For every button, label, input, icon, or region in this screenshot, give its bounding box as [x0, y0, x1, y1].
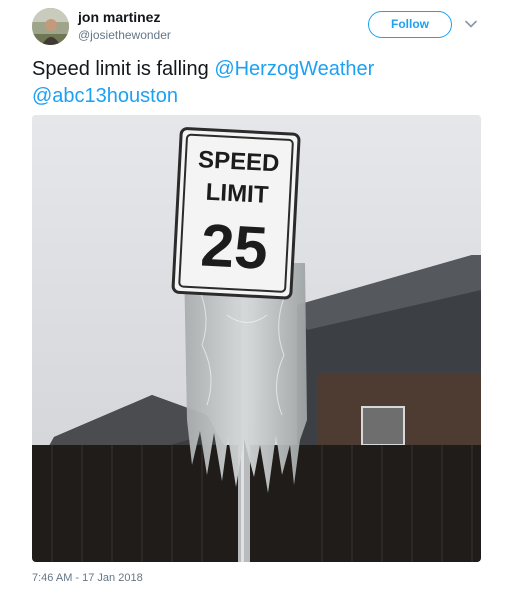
tweet-card: jon martinez @josiethewonder Follow Spee… — [0, 0, 510, 594]
tweet-timestamp[interactable]: 7:46 AM - 17 Jan 2018 — [32, 572, 143, 584]
user-avatar[interactable] — [32, 8, 69, 45]
sign-text-limit: LIMIT — [205, 179, 269, 209]
sign-text-speed: SPEED — [197, 146, 280, 177]
mention-link[interactable]: @abc13houston — [32, 85, 178, 107]
tweet-photo[interactable]: SPEED LIMIT 25 — [32, 115, 481, 562]
user-name[interactable]: jon martinez — [78, 9, 160, 25]
user-handle[interactable]: @josiethewonder — [78, 28, 171, 42]
tweet-text: Speed limit is falling @HerzogWeather @ab… — [32, 56, 482, 110]
follow-button[interactable]: Follow — [368, 11, 452, 38]
mention-link[interactable]: @HerzogWeather — [214, 58, 374, 80]
tweet-text-body: Speed limit is falling — [32, 58, 215, 80]
sign-number: 25 — [199, 211, 269, 281]
chevron-down-icon[interactable] — [464, 17, 478, 31]
